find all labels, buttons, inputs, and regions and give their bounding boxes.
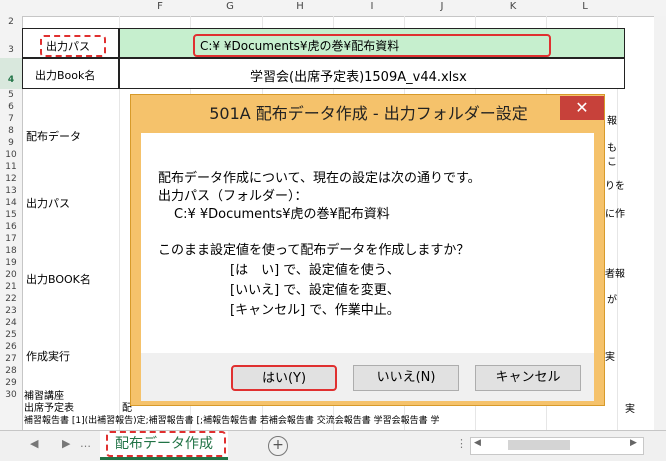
row-header[interactable]: 30	[0, 389, 23, 401]
section-execute: 作成実行	[26, 350, 70, 363]
add-sheet-icon[interactable]: +	[268, 436, 288, 456]
row-header[interactable]: 27	[0, 353, 23, 365]
dialog-option-cancel: [キャンセル] で、作業中止。	[230, 303, 400, 318]
column-header-g[interactable]: G	[220, 1, 240, 12]
dialog-button-bar: はい(Y) いいえ(N) キャンセル	[141, 353, 594, 401]
row-header[interactable]: 9	[0, 137, 23, 149]
row-header[interactable]: 14	[0, 197, 23, 209]
row-header[interactable]: 21	[0, 281, 23, 293]
book-value: 学習会(出席予定表)1509A_v44.xlsx	[250, 70, 467, 85]
more-sheets-icon[interactable]: …	[80, 437, 91, 450]
path-value: C:¥ ¥Documents¥虎の巻¥配布資料	[200, 39, 400, 53]
cell-fragment: に作	[605, 209, 625, 220]
row-header[interactable]: 26	[0, 341, 23, 353]
sheet-tab-highlight	[106, 431, 226, 457]
sheet-tab-bar: ◀ ▶ … 配布データ作成 + ⋮ ◀ ▶	[0, 430, 666, 461]
dialog-title: 501A 配布データ作成 - 出力フォルダー設定	[209, 104, 528, 123]
row-header[interactable]: 13	[0, 185, 23, 197]
section-output-path: 出力パス	[26, 197, 70, 210]
row-header[interactable]: 11	[0, 161, 23, 173]
cancel-button[interactable]: キャンセル	[475, 365, 581, 391]
row-header[interactable]: 17	[0, 233, 23, 245]
scroll-right-icon[interactable]: ▶	[62, 437, 70, 450]
cell-fragment: が	[607, 295, 617, 306]
row-header[interactable]: 7	[0, 113, 23, 125]
path-label: 出力パス	[46, 40, 90, 53]
row-header[interactable]: 20	[0, 269, 23, 281]
cell-fragment: 実	[605, 352, 615, 363]
row-header[interactable]: 8	[0, 125, 23, 137]
dialog-path-value: C:¥ ¥Documents¥虎の巻¥配布資料	[174, 207, 390, 222]
cell-fragment: こ	[607, 157, 617, 168]
dialog-option-no: [いいえ] で、設定値を変更、	[230, 283, 400, 298]
row-header[interactable]: 29	[0, 377, 23, 389]
row-header[interactable]	[0, 401, 23, 413]
row-header[interactable]: 24	[0, 317, 23, 329]
cell-fragment: も	[607, 143, 617, 154]
row-header-selected[interactable]: 4	[0, 58, 23, 89]
row-header[interactable]: 3	[0, 28, 23, 58]
row-30-text: 補習報告書 [1](出補習報告)定;補習報告書 [;補報告報告書 若補会報告書 …	[24, 416, 440, 426]
row-header[interactable]: 12	[0, 173, 23, 185]
scroll-right-arrow-icon[interactable]: ▶	[630, 438, 637, 448]
row-header[interactable]: 18	[0, 245, 23, 257]
row-header[interactable]: 15	[0, 209, 23, 221]
vertical-scrollbar[interactable]	[654, 16, 666, 430]
cell-fragment: 報	[607, 116, 617, 127]
column-header-bar: F G H I J K L	[0, 0, 666, 17]
section-distribution-data: 配布データ	[26, 130, 81, 143]
book-label: 出力Book名	[35, 69, 96, 82]
row-header[interactable]	[0, 413, 23, 430]
column-header-h[interactable]: H	[290, 1, 310, 12]
row-header[interactable]: 2	[0, 16, 23, 28]
column-header-f[interactable]: F	[150, 1, 170, 12]
tab-bar-menu-icon[interactable]: ⋮	[456, 437, 467, 450]
row-29-label: 出席予定表	[24, 403, 74, 414]
row-header[interactable]: 25	[0, 329, 23, 341]
no-button[interactable]: いいえ(N)	[353, 365, 459, 391]
row-header[interactable]: 6	[0, 101, 23, 113]
dialog-message-line: このまま設定値を使って配布データを作成しますか？	[158, 243, 470, 258]
row-header[interactable]: 16	[0, 221, 23, 233]
row-header[interactable]: 10	[0, 149, 23, 161]
dialog-option-yes: [は い] で、設定値を使う、	[230, 263, 400, 278]
row-header[interactable]: 19	[0, 257, 23, 269]
column-header-i[interactable]: I	[362, 1, 382, 12]
output-folder-dialog[interactable]: 501A 配布データ作成 - 出力フォルダー設定 ✕ 配布データ作成について、現…	[130, 94, 605, 406]
horizontal-scroll-thumb[interactable]	[508, 440, 570, 450]
column-header-l[interactable]: L	[575, 1, 595, 12]
yes-button[interactable]: はい(Y)	[231, 365, 337, 391]
column-header-k[interactable]: K	[503, 1, 523, 12]
dialog-message-line: 出力パス（フォルダー）：	[158, 189, 308, 204]
row-header[interactable]: 22	[0, 293, 23, 305]
section-output-book: 出力BOOK名	[26, 273, 91, 286]
column-header-j[interactable]: J	[432, 1, 452, 12]
scroll-left-icon[interactable]: ◀	[30, 437, 38, 450]
row-28-text: 補習講座	[24, 391, 64, 402]
cell-fragment: りを	[605, 181, 625, 192]
dialog-message-line: 配布データ作成について、現在の設定は次の通りです。	[158, 171, 481, 186]
row-header[interactable]: 28	[0, 365, 23, 377]
scroll-left-arrow-icon[interactable]: ◀	[474, 438, 481, 448]
row-header[interactable]: 23	[0, 305, 23, 317]
cell-fragment: 者報	[605, 269, 625, 280]
close-icon[interactable]: ✕	[560, 96, 604, 120]
row-header[interactable]: 5	[0, 89, 23, 101]
